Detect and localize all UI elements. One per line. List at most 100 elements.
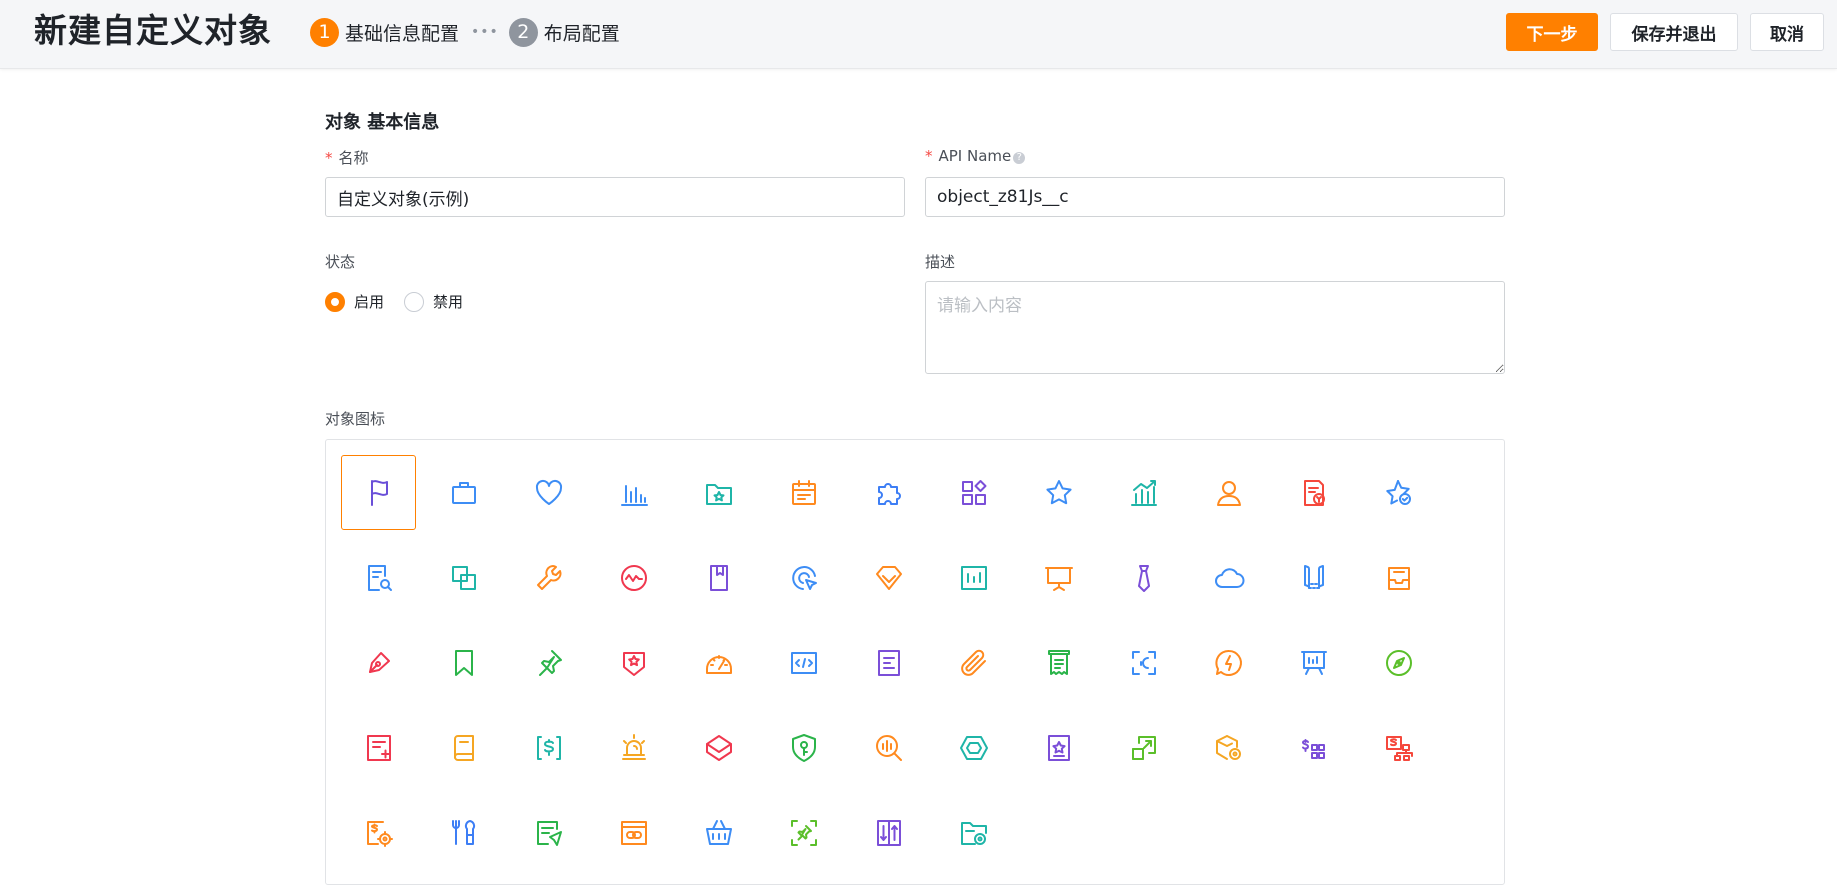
icon-option-bookmark-book[interactable] (681, 540, 756, 615)
top-header: 新建自定义对象 1 基础信息配置 ••• 2 布局配置 下一步 保存并退出 取消 (0, 0, 1837, 69)
icon-option-activity[interactable] (596, 540, 671, 615)
hexagon-icon (958, 732, 990, 764)
icon-option-search-sound[interactable] (851, 710, 926, 785)
icon-option-pin[interactable] (511, 625, 586, 700)
diamond-icon (873, 562, 905, 594)
icon-option-doc-search[interactable] (341, 540, 416, 615)
icon-option-layers[interactable] (681, 710, 756, 785)
cancel-button[interactable]: 取消 (1750, 13, 1824, 51)
icon-option-paperclip[interactable] (936, 625, 1011, 700)
icon-option-cursor-target[interactable] (766, 540, 841, 615)
icon-option-alarm[interactable] (596, 710, 671, 785)
icon-option-basket[interactable] (681, 795, 756, 870)
icon-option-money-grid[interactable] (1276, 710, 1351, 785)
icon-option-doc-plus[interactable] (341, 710, 416, 785)
gauge-icon (703, 647, 735, 679)
icon-option-apps[interactable] (936, 455, 1011, 530)
icon-option-map-book[interactable] (1276, 540, 1351, 615)
icon-option-bookmark[interactable] (426, 625, 501, 700)
next-step-button[interactable]: 下一步 (1506, 13, 1598, 51)
icon-option-invoice[interactable] (1276, 455, 1351, 530)
icon-option-calendar[interactable] (766, 455, 841, 530)
receipt-icon (1043, 647, 1075, 679)
compass-icon (1383, 647, 1415, 679)
icon-option-document[interactable] (851, 625, 926, 700)
radio-disabled-label: 禁用 (433, 293, 464, 311)
money-org-icon (1383, 732, 1415, 764)
icon-option-compass[interactable] (1361, 625, 1436, 700)
radio-disabled[interactable]: 禁用 (404, 291, 463, 312)
api-name-input[interactable] (925, 177, 1505, 217)
bar-chart-icon (618, 477, 650, 509)
icon-option-copy[interactable] (426, 540, 501, 615)
description-textarea[interactable] (925, 281, 1505, 374)
radio-disabled-circle[interactable] (404, 291, 425, 312)
flag-icon (363, 477, 395, 509)
icon-option-settings-cube[interactable] (1191, 710, 1266, 785)
icon-option-star[interactable] (1021, 455, 1096, 530)
save-and-exit-button[interactable]: 保存并退出 (1610, 13, 1738, 51)
icon-option-inbox[interactable] (1361, 540, 1436, 615)
icon-option-briefcase[interactable] (426, 455, 501, 530)
icon-option-wrench[interactable] (511, 540, 586, 615)
icon-option-doc-send[interactable] (511, 795, 586, 870)
icon-option-code[interactable] (766, 625, 841, 700)
required-mark: * (925, 147, 933, 165)
icon-option-star-frame[interactable] (1021, 710, 1096, 785)
icon-picker-panel (325, 439, 1505, 885)
icon-option-heart[interactable] (511, 455, 586, 530)
radio-enabled-circle[interactable] (325, 291, 345, 312)
icon-option-bar-chart[interactable] (596, 455, 671, 530)
icon-option-chat-flash[interactable] (1191, 625, 1266, 700)
name-input[interactable] (325, 177, 905, 217)
icon-option-hexagon[interactable] (936, 710, 1011, 785)
resize-icon (1128, 732, 1160, 764)
copy-icon (448, 562, 480, 594)
icon-option-badge-star[interactable] (596, 625, 671, 700)
icon-option-presentation[interactable] (1021, 540, 1096, 615)
icon-option-folder-star[interactable] (681, 455, 756, 530)
columns-icon (873, 817, 905, 849)
pin-icon (533, 647, 565, 679)
tie-icon (1128, 562, 1160, 594)
cursor-target-icon (788, 562, 820, 594)
help-icon[interactable]: ? (1013, 152, 1026, 164)
icon-option-tie[interactable] (1106, 540, 1181, 615)
icon-option-face-scan[interactable] (1106, 625, 1181, 700)
icon-option-money-gear[interactable] (341, 795, 416, 870)
api-name-label: * API Name? (925, 147, 1026, 165)
icon-option-star-check[interactable] (1361, 455, 1436, 530)
icon-option-gauge[interactable] (681, 625, 756, 700)
radio-enabled[interactable]: 启用 (325, 291, 384, 312)
icon-option-link-box[interactable] (596, 795, 671, 870)
icon-option-tools[interactable] (426, 795, 501, 870)
icon-option-pen[interactable] (341, 625, 416, 700)
icon-option-receipt[interactable] (1021, 625, 1096, 700)
icon-option-money-org[interactable] (1361, 710, 1436, 785)
icon-option-shield-key[interactable] (766, 710, 841, 785)
icon-option-resize[interactable] (1106, 710, 1181, 785)
icon-option-diamond[interactable] (851, 540, 926, 615)
star-icon (1043, 477, 1075, 509)
icon-grid (341, 455, 1436, 870)
icon-option-user[interactable] (1191, 455, 1266, 530)
icon-option-book[interactable] (426, 710, 501, 785)
icon-option-cloud[interactable] (1191, 540, 1266, 615)
icon-option-chart-window[interactable] (936, 540, 1011, 615)
icon-option-columns[interactable] (851, 795, 926, 870)
user-icon (1213, 477, 1245, 509)
icon-option-trend-chart[interactable] (1106, 455, 1181, 530)
alarm-icon (618, 732, 650, 764)
money-frame-icon (533, 732, 565, 764)
icon-option-money-frame[interactable] (511, 710, 586, 785)
icon-option-flag[interactable] (341, 455, 416, 530)
icon-option-puzzle[interactable] (851, 455, 926, 530)
trend-chart-icon (1128, 477, 1160, 509)
icon-option-pin-frame[interactable] (766, 795, 841, 870)
icon-option-board[interactable] (1276, 625, 1351, 700)
radio-enabled-label: 启用 (354, 293, 385, 311)
bookmark-icon (448, 647, 480, 679)
step-2-number: 2 (508, 17, 538, 47)
icon-option-folder-gear[interactable] (936, 795, 1011, 870)
activity-icon (618, 562, 650, 594)
